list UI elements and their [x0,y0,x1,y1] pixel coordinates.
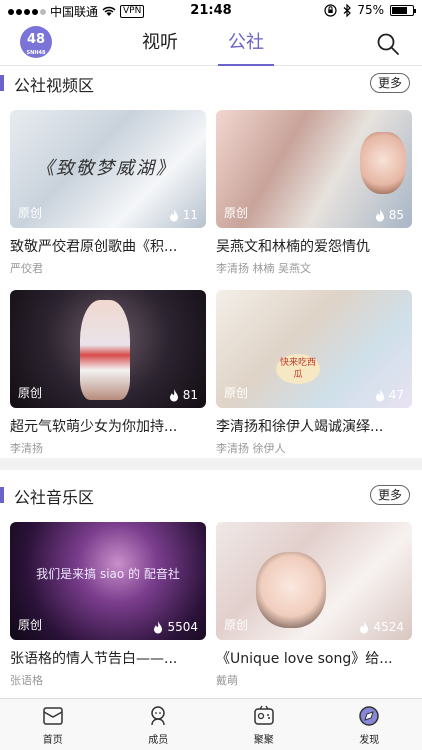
heat-count: 81 [169,388,198,402]
card-title: 张语格的情人节告白——... [10,651,178,667]
bluetooth-icon [343,3,352,17]
card-author: 戴萌 [216,674,238,687]
heat-value: 85 [388,208,404,222]
thumbnail-portrait [256,552,326,628]
video-card[interactable]: 快来吃西瓜 原创 47 李清扬和徐伊人竭诚演绎... 李清扬 徐伊人 [216,290,412,456]
heat-value: 81 [182,388,198,402]
music-grid: 我们是来搞 siao 的 配音社 原创 5504 张语格的情人节告白——... … [10,522,412,688]
tab-label: 成员 [148,734,169,746]
video-card[interactable]: 《致敬梦威湖》 原创 11 致敬严佼君原创歌曲《积... 严佼君 [10,110,206,276]
card-title: 吴燕文和林楠的爱怨情仇 [216,239,370,255]
video-thumbnail: 快来吃西瓜 原创 47 [216,290,412,408]
video-card[interactable]: 原创 81 超元气软萌少女为你加持... 李清扬 [10,290,206,456]
rotation-lock-icon [324,3,337,17]
gather-icon [254,705,274,725]
more-button[interactable]: 更多 [370,485,410,505]
tab-shiting[interactable]: 视听 [142,22,178,66]
logo-number: 48 [26,32,46,47]
section-accent-bar [0,487,4,503]
section-title: 公社音乐区 [14,488,95,507]
tab-label: 聚聚 [253,734,274,746]
flame-icon [375,388,384,401]
video-card[interactable]: 原创 85 吴燕文和林楠的爱怨情仇 李清扬 林楠 吴燕文 [216,110,412,276]
home-icon [43,706,63,725]
card-author: 李清扬 [10,442,43,455]
tab-home[interactable]: 首页 [0,699,106,750]
tab-gongshe[interactable]: 公社 [218,22,274,66]
card-author: 李清扬 林楠 吴燕文 [216,262,311,275]
card-title: 超元气软萌少女为你加持... [10,419,178,435]
video-thumbnail: 《致敬梦威湖》 原创 11 [10,110,206,228]
members-icon [151,705,165,725]
battery-icon [390,4,416,16]
original-tag: 原创 [18,618,43,632]
music-card[interactable]: 我们是来搞 siao 的 配音社 原创 5504 张语格的情人节告白——... … [10,522,206,688]
thumbnail-portrait [360,132,406,194]
tab-members[interactable]: 成员 [106,699,212,750]
heat-value: 5504 [167,620,198,634]
heat-value: 4524 [373,620,404,634]
more-button[interactable]: 更多 [370,73,410,93]
logo-sub: SNH48 [26,50,46,56]
app-logo[interactable]: 48 SNH48 [20,26,52,58]
heat-value: 11 [182,208,198,222]
flame-icon [169,208,178,221]
card-title: 《Unique love song》给... [216,651,393,667]
flame-icon [154,620,163,633]
thumbnail-caption: 我们是来搞 siao 的 配音社 [36,567,180,581]
search-icon[interactable] [376,32,400,56]
original-tag: 原创 [18,386,43,400]
original-tag: 原创 [224,386,249,400]
heat-count: 5504 [153,620,198,634]
bottom-tab-bar: 首页 成员 聚聚 发现 [0,698,422,750]
tab-gather[interactable]: 聚聚 [211,699,317,750]
tab-label: 发现 [359,734,380,746]
section-divider [0,458,422,470]
status-bar: 中国联通 VPN 21:48 75% [0,0,422,22]
heat-count: 47 [375,388,404,402]
nav-tabs: 视听 公社 [142,22,274,66]
music-card[interactable]: 原创 4524 《Unique love song》给... 戴萌 [216,522,412,688]
section-header: 公社视频区 更多 [0,66,422,100]
video-thumbnail: 原创 85 [216,110,412,228]
video-thumbnail: 原创 81 [10,290,206,408]
battery-percent: 75% [357,3,384,17]
flame-icon [360,620,369,633]
tab-discover[interactable]: 发现 [317,699,422,750]
flame-icon [169,388,178,401]
discover-icon [359,705,379,726]
card-author: 李清扬 徐伊人 [216,442,286,455]
heat-count: 85 [375,208,404,222]
thumbnail-text: 《致敬梦威湖》 [36,158,176,179]
original-tag: 原创 [224,206,249,220]
flame-icon [375,208,384,221]
card-title: 李清扬和徐伊人竭诚演绎... [216,419,384,435]
top-nav: 48 SNH48 视听 公社 [0,22,422,66]
thumbnail-figure [80,300,130,400]
tab-label: 首页 [42,734,63,746]
section-header: 公社音乐区 更多 [0,478,422,512]
original-tag: 原创 [18,206,43,220]
heat-count: 4524 [359,620,404,634]
music-section: 公社音乐区 更多 我们是来搞 siao 的 配音社 原创 5504 张语格的情人… [0,470,422,698]
video-grid: 《致敬梦威湖》 原创 11 致敬严佼君原创歌曲《积... 严佼君 原创 85 吴… [10,110,412,456]
music-thumbnail: 原创 4524 [216,522,412,640]
music-thumbnail: 我们是来搞 siao 的 配音社 原创 5504 [10,522,206,640]
video-section: 公社视频区 更多 《致敬梦威湖》 原创 11 致敬严佼君原创歌曲《积... 严佼… [0,66,422,458]
heat-count: 11 [169,208,198,222]
card-title: 致敬严佼君原创歌曲《积... [10,239,178,255]
thumbnail-sticker: 快来吃西瓜 [276,354,320,384]
card-author: 严佼君 [10,262,43,275]
section-accent-bar [0,75,4,91]
status-right: 75% [324,3,416,17]
section-title: 公社视频区 [14,76,95,95]
card-author: 张语格 [10,674,43,687]
original-tag: 原创 [224,618,249,632]
heat-value: 47 [388,388,404,402]
